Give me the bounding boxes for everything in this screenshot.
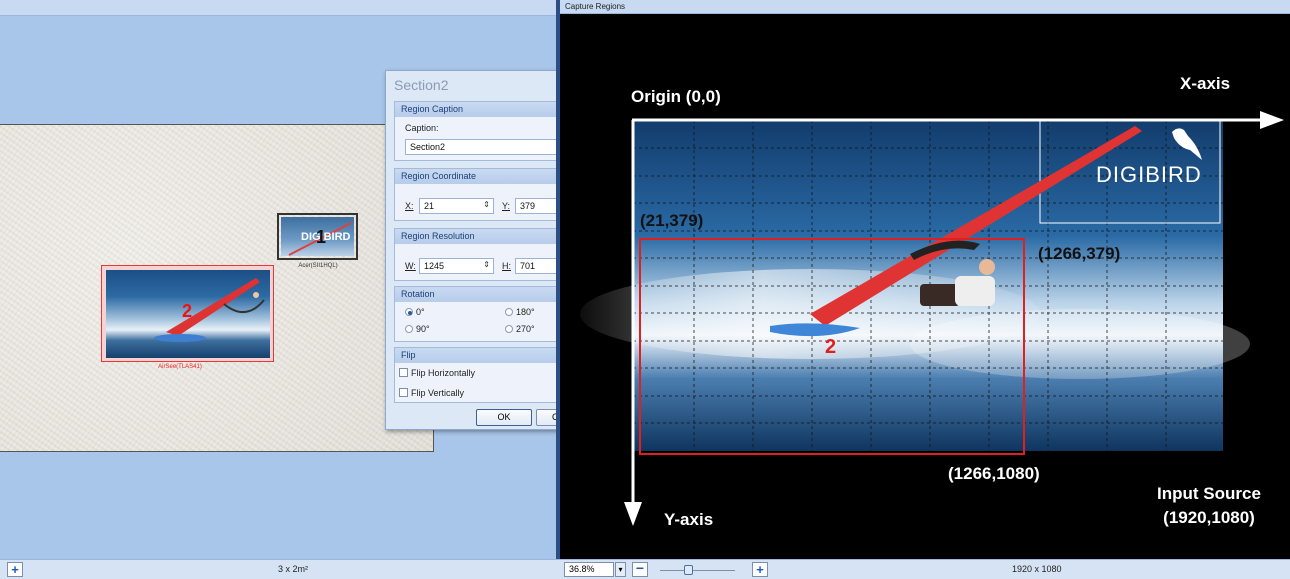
capture-preview-pane: Origin (0,0) X-axis Y-axis DIGIBIRD (21,… [560,14,1290,559]
zoom-slider-thumb[interactable] [684,565,693,575]
rotation-90-radio[interactable]: 90° [405,324,430,334]
radio-selected-icon [405,307,413,316]
caption-label: Caption: [405,123,439,133]
region-1-number: 1 [316,227,327,247]
h-value: 701 [520,261,536,271]
x-axis-label: X-axis [1180,74,1231,93]
coord-top-left: (21,379) [640,211,704,230]
input-source-label: Input Source [1157,484,1261,503]
radio-icon [505,324,513,333]
flip-vertically-checkbox[interactable]: Flip Vertically [399,388,464,398]
y-label: Y: [502,201,511,211]
region-1-label: Acer(SII1HQL) [298,263,338,269]
origin-label: Origin (0,0) [631,87,721,106]
spin-arrows-icon[interactable]: ⇕ [483,260,490,269]
rotation-0-radio[interactable]: 0° [405,307,425,317]
left-pane-header [0,0,556,16]
canvas-size-text: 3 x 2m² [278,564,309,574]
w-value: 1245 [424,261,445,271]
region-2-label: AirSee(TLAS41) [158,364,202,370]
zoom-out-icon[interactable]: − [632,561,648,577]
radio-icon [505,307,513,316]
y-value: 379 [520,201,536,211]
capture-regions-header: Capture Regions [560,0,1290,14]
checkbox-icon [399,368,408,378]
rotation-0-label: 0° [416,307,425,317]
flip-vertically-label: Flip Vertically [411,388,465,398]
rotation-180-label: 180° [516,307,535,317]
h-label: H: [502,261,511,271]
zoom-slider-track[interactable] [660,570,735,571]
status-bar: + 3 x 2m² 36.8% ▾ − + 1920 x 1080 [0,559,1290,579]
x-label: X: [405,201,414,211]
region-number: 2 [825,336,837,358]
rotation-270-radio[interactable]: 270° [505,324,535,334]
coord-bottom-right: (1266,1080) [948,464,1040,483]
resolution-text: 1920 x 1080 [1012,564,1062,574]
radio-icon [405,324,413,333]
flip-horizontally-label: Flip Horizontally [411,368,476,378]
digibird-logo: DIGIBIRD [1096,162,1202,187]
region-2-thumbnail[interactable]: 2 [101,265,274,362]
zoom-value: 36.8% [569,564,595,574]
ok-button[interactable]: OK [476,409,532,426]
flip-horizontally-checkbox[interactable]: Flip Horizontally [399,368,475,378]
w-label: W: [405,261,416,271]
spin-arrows-icon[interactable]: ⇕ [483,200,490,209]
x-coordinate-input[interactable]: 21 ⇕ [419,198,494,214]
x-value: 21 [424,201,435,211]
width-input[interactable]: 1245 ⇕ [419,258,494,274]
caption-value: Section2 [410,142,446,152]
dialog-title: Section2 [394,77,449,93]
rotation-90-label: 90° [416,324,430,334]
coord-top-right: (1266,379) [1038,244,1121,263]
chevron-down-icon[interactable]: ▾ [615,562,626,577]
region-1-thumbnail[interactable]: DIGIBIRD 1 [277,213,358,260]
input-source-resolution: (1920,1080) [1163,508,1255,527]
rotation-180-radio[interactable]: 180° [505,307,535,317]
add-icon[interactable]: + [7,562,23,577]
region-2-number: 2 [182,301,193,321]
zoom-select[interactable]: 36.8% [564,562,614,577]
y-axis-label: Y-axis [664,510,714,529]
checkbox-icon [399,388,408,398]
zoom-in-icon[interactable]: + [752,562,768,577]
rotation-270-label: 270° [516,324,535,334]
